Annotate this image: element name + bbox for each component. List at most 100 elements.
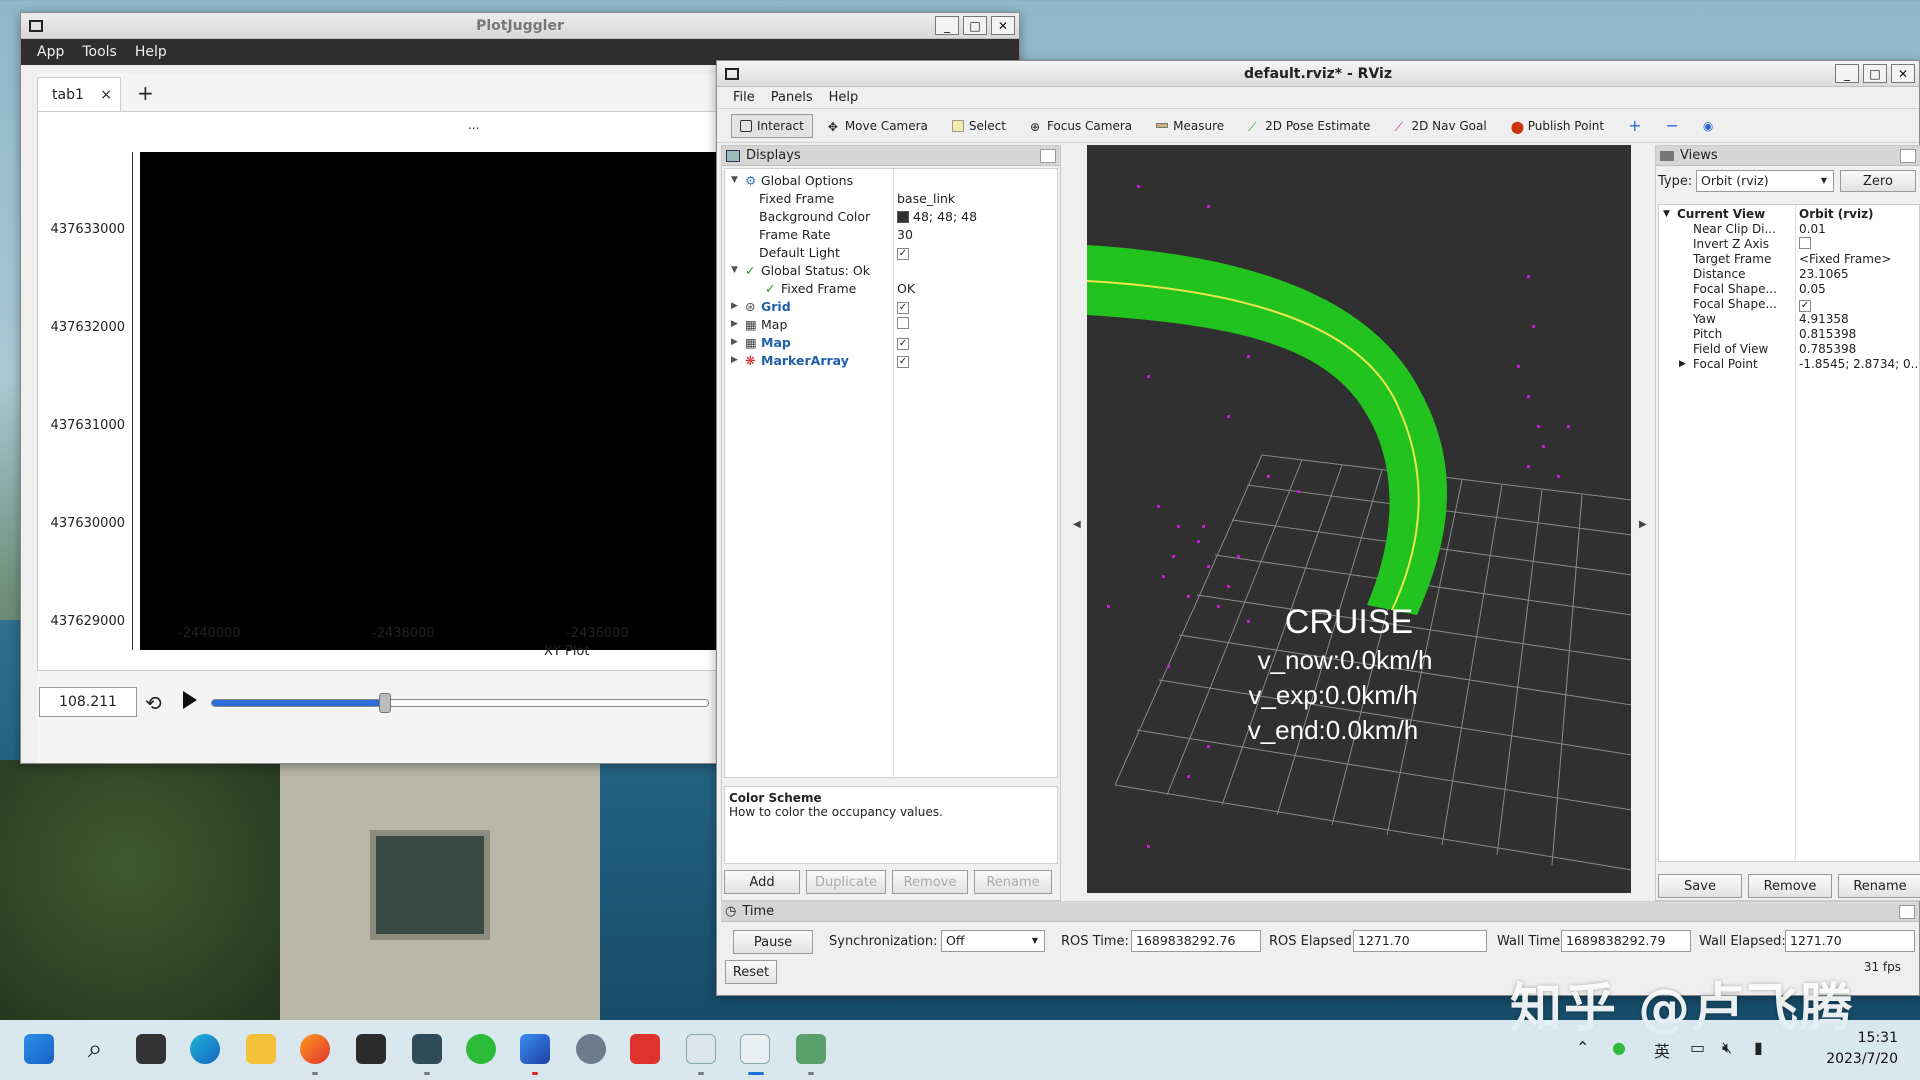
expand-arrow-icon[interactable]: ▼ <box>731 265 738 275</box>
plot-canvas[interactable] <box>140 152 740 650</box>
tab-tab1[interactable]: tab1 × <box>37 77 121 111</box>
tree-row-grid[interactable]: ▶ ⊛ Grid ✓ <box>725 297 1057 315</box>
collapse-arrow-icon[interactable]: ▶ <box>731 319 738 329</box>
default-light-checkbox[interactable]: ✓ <box>897 248 909 260</box>
start-icon[interactable] <box>24 1034 54 1064</box>
menu-help[interactable]: Help <box>135 44 167 60</box>
edge-icon[interactable] <box>190 1034 220 1064</box>
view-prop-row[interactable]: Distance 23.1065 <box>1659 267 1919 282</box>
current-view-row[interactable]: ▼ Current View Orbit (rviz) <box>1659 207 1919 222</box>
measure-tool[interactable]: Measure <box>1147 114 1233 138</box>
wechat-icon[interactable] <box>466 1034 496 1064</box>
minimize-button[interactable]: _ <box>1835 64 1859 83</box>
nav-goal-tool[interactable]: ⟋ 2D Nav Goal <box>1385 114 1495 138</box>
tree-row-global-options[interactable]: ▼ ⚙ Global Options <box>725 171 1057 189</box>
tree-row-background-color[interactable]: Background Color 48; 48; 48 <box>725 207 1057 225</box>
render-viewport[interactable]: CRUISE v_now:0.0km/h v_exp:0.0km/h v_end… <box>1087 145 1631 893</box>
menu-help[interactable]: Help <box>829 90 859 105</box>
view-prop-row[interactable]: Focal Shape... ✓ <box>1659 297 1919 312</box>
map2-checkbox[interactable]: ✓ <box>897 338 909 350</box>
expand-arrow-icon[interactable]: ▼ <box>1663 209 1670 219</box>
panel-close-button[interactable] <box>1900 149 1916 163</box>
view-prop-row[interactable]: Field of View 0.785398 <box>1659 342 1919 357</box>
tree-row-map-2[interactable]: ▶ ▦ Map ✓ <box>725 333 1057 351</box>
tray-overflow-icon[interactable]: ⌃ <box>1576 1038 1589 1057</box>
invert-z-checkbox[interactable] <box>1799 237 1811 249</box>
wall-elapsed-field[interactable]: 1271.70 <box>1785 930 1915 952</box>
collapse-arrow-icon[interactable]: ▶ <box>1679 359 1686 369</box>
view-prop-row[interactable]: Near Clip Di... 0.01 <box>1659 222 1919 237</box>
menu-panels[interactable]: Panels <box>771 90 813 105</box>
time-slider-handle[interactable] <box>379 693 392 713</box>
pause-button[interactable]: Pause <box>733 930 813 954</box>
wall-time-field[interactable]: 1689838292.79 <box>1561 930 1691 952</box>
panel-close-button[interactable] <box>1899 905 1915 919</box>
tree-row-frame-rate[interactable]: Frame Rate 30 <box>725 225 1057 243</box>
maximize-button[interactable]: □ <box>963 16 987 35</box>
remove-view-button[interactable]: Remove <box>1748 874 1832 898</box>
ros-elapsed-field[interactable]: 1271.70 <box>1353 930 1487 952</box>
battery-icon[interactable]: ▮ <box>1754 1038 1763 1057</box>
duplicate-button[interactable]: Duplicate <box>806 870 886 894</box>
ros-time-field[interactable]: 1689838292.76 <box>1131 930 1261 952</box>
task-view-icon[interactable] <box>136 1034 166 1064</box>
network-app-icon[interactable] <box>796 1034 826 1064</box>
app-icon[interactable] <box>412 1034 442 1064</box>
remove-tool-button[interactable]: − <box>1657 111 1688 140</box>
plotjuggler-titlebar[interactable]: PlotJuggler _ □ ✕ <box>21 13 1019 39</box>
rename-view-button[interactable]: Rename <box>1838 874 1920 898</box>
clock[interactable]: 15:31 2023/7/20 <box>1826 1028 1898 1070</box>
close-button[interactable]: ✕ <box>1891 64 1915 83</box>
wps-icon[interactable] <box>630 1034 660 1064</box>
view-prop-row[interactable]: Yaw 4.91358 <box>1659 312 1919 327</box>
save-view-button[interactable]: Save <box>1658 874 1742 898</box>
map1-checkbox[interactable] <box>897 316 909 329</box>
select-tool[interactable]: Select <box>943 114 1015 138</box>
tree-row-marker-array[interactable]: ▶ ❋ MarkerArray ✓ <box>725 351 1057 369</box>
play-icon[interactable] <box>183 691 197 709</box>
view-prop-row[interactable]: Pitch 0.815398 <box>1659 327 1919 342</box>
sync-select[interactable]: Off ▼ <box>941 930 1045 952</box>
pose-estimate-tool[interactable]: ⟋ 2D Pose Estimate <box>1239 114 1379 138</box>
view-prop-row[interactable]: Target Frame <Fixed Frame> <box>1659 252 1919 267</box>
tree-row-status-fixed-frame[interactable]: ✓ Fixed Frame OK <box>725 279 1057 297</box>
view-prop-row[interactable]: Focal Shape... 0.05 <box>1659 282 1919 297</box>
window-menu-icon[interactable] <box>29 19 43 32</box>
collapse-right-icon[interactable]: ▶ <box>1639 519 1647 530</box>
time-slider[interactable] <box>211 699 709 707</box>
view-type-select[interactable]: Orbit (rviz) ▼ <box>1696 170 1834 192</box>
menu-app[interactable]: App <box>37 44 64 60</box>
zero-button[interactable]: Zero <box>1840 170 1916 192</box>
volume-muted-icon[interactable]: 🔇︎ <box>1722 1038 1732 1058</box>
add-button[interactable]: Add <box>724 870 800 894</box>
focus-camera-tool[interactable]: ⊕ Focus Camera <box>1021 114 1141 138</box>
marker-array-checkbox[interactable]: ✓ <box>897 356 909 368</box>
move-camera-tool[interactable]: ✥ Move Camera <box>819 114 937 138</box>
minimize-button[interactable]: _ <box>935 16 959 35</box>
close-button[interactable]: ✕ <box>991 16 1015 35</box>
rviz-titlebar[interactable]: default.rviz* - RViz _ □ ✕ <box>717 61 1919 87</box>
collapse-left-icon[interactable]: ◀ <box>1073 519 1081 530</box>
time-value-field[interactable]: 108.211 <box>39 687 137 717</box>
camera-type-button[interactable]: ◉ <box>1694 114 1722 138</box>
tree-row-fixed-frame[interactable]: Fixed Frame base_link <box>725 189 1057 207</box>
view-prop-row[interactable]: Invert Z Axis <box>1659 237 1919 252</box>
display-icon[interactable]: ▭ <box>1690 1038 1705 1057</box>
rename-button[interactable]: Rename <box>974 870 1052 894</box>
reset-button[interactable]: Reset <box>725 960 777 984</box>
tray-wechat-icon[interactable]: ● <box>1612 1038 1626 1057</box>
collapse-arrow-icon[interactable]: ▶ <box>731 337 738 347</box>
search-icon[interactable]: ⌕ <box>80 1034 110 1064</box>
mail-icon[interactable] <box>520 1034 550 1064</box>
publish-point-tool[interactable]: ⬤ Publish Point <box>1502 114 1613 138</box>
maximize-button[interactable]: □ <box>1863 64 1887 83</box>
expand-arrow-icon[interactable]: ▼ <box>731 175 738 185</box>
collapse-arrow-icon[interactable]: ▶ <box>731 355 738 365</box>
tree-row-default-light[interactable]: Default Light ✓ <box>725 243 1057 261</box>
menu-tools[interactable]: Tools <box>82 44 117 60</box>
interact-tool[interactable]: Interact <box>731 113 813 138</box>
settings-icon[interactable] <box>576 1034 606 1064</box>
loop-icon[interactable]: ⟲ <box>145 691 162 715</box>
rviz-icon[interactable] <box>740 1034 770 1064</box>
tab-close-icon[interactable]: × <box>100 87 112 103</box>
